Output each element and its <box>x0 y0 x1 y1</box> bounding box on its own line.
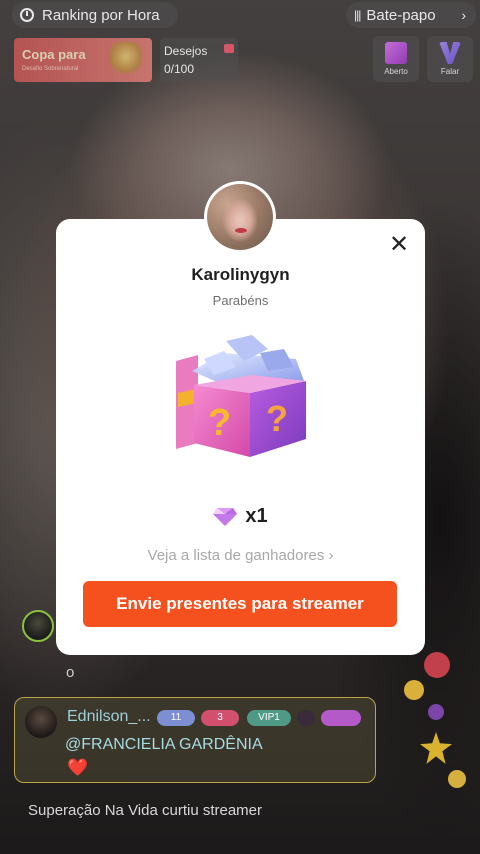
cup-title: Copa para <box>22 47 86 62</box>
v-logo-icon <box>439 42 461 64</box>
balloon-decoration <box>448 770 466 788</box>
like-notification: Superação Na Vida curtiu streamer <box>28 802 263 819</box>
balloon-decoration <box>404 680 424 700</box>
wishes-count: 0/100 <box>164 62 195 76</box>
aberto-button[interactable]: Aberto <box>373 36 419 82</box>
streamer-name: Karolinygyn <box>191 265 290 284</box>
svg-text:?: ? <box>266 398 288 439</box>
fan-badge <box>321 710 361 726</box>
trophy-icon <box>110 42 142 78</box>
winners-list-link[interactable]: Veja a lista de ganhadores › <box>56 547 425 564</box>
avatar[interactable] <box>25 706 57 738</box>
falar-button[interactable]: Falar <box>427 36 473 82</box>
prize-modal: ✕ Karolinygyn Parabéns ? ? x1 Veja a lis… <box>56 219 425 655</box>
prize-row: x1 <box>56 505 425 528</box>
avatar-detail <box>235 228 247 233</box>
prize-quantity: x1 <box>245 505 268 527</box>
ranking-button[interactable]: Ranking por Hora <box>12 2 178 28</box>
avatar <box>207 184 273 250</box>
message-username[interactable]: Ednilson_... <box>67 708 151 726</box>
wishes-widget[interactable]: Desejos 0/100 <box>160 38 238 82</box>
balloon-decoration <box>424 652 450 678</box>
send-gifts-button[interactable]: Envie presentes para streamer <box>83 581 397 627</box>
ranking-label: Ranking por Hora <box>42 6 160 24</box>
bars-icon: ||| <box>354 8 361 22</box>
close-icon[interactable]: ✕ <box>389 233 409 257</box>
mystery-box-icon: ? ? <box>164 331 314 459</box>
avatar[interactable] <box>22 610 54 642</box>
congrats-subtitle: Parabéns <box>212 293 269 308</box>
message-text: @FRANCIELIA GARDÊNIA <box>65 736 263 753</box>
falar-label: Falar <box>440 67 460 76</box>
streamer-avatar <box>204 181 276 253</box>
wishes-label: Desejos <box>164 44 208 58</box>
heart-badge: 3 <box>201 710 239 726</box>
question-box-icon <box>385 42 407 64</box>
chat-label: Bate-papo <box>366 6 436 24</box>
aberto-label: Aberto <box>384 67 408 76</box>
svg-text:?: ? <box>208 402 231 444</box>
circle-badge <box>297 710 315 726</box>
cup-subtitle: Desafio Sobrenatural <box>22 66 79 72</box>
balloon-decoration <box>428 704 444 720</box>
chat-message-card[interactable]: Ednilson_... 11 3 VIP1 @FRANCIELIA GARDÊ… <box>14 697 376 783</box>
chat-button[interactable]: ||| Bate-papo › <box>346 2 476 28</box>
clock-icon <box>20 8 34 22</box>
chat-small-text: o <box>66 664 75 681</box>
chevron-right-icon: › <box>461 7 466 23</box>
vip-badge: VIP1 <box>247 710 291 726</box>
diamond-icon <box>213 507 238 526</box>
level-badge: 11 <box>157 710 195 726</box>
heart-emoji: ❤️ <box>67 758 89 777</box>
cup-banner[interactable]: Copa para Desafio Sobrenatural <box>14 38 152 82</box>
gift-icon <box>224 44 234 53</box>
